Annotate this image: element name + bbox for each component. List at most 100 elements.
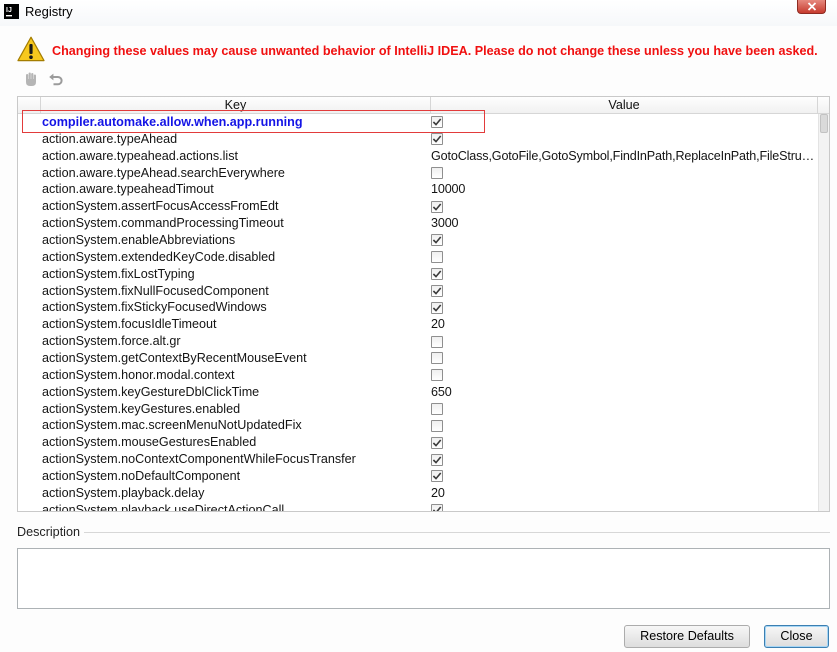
table-row[interactable]: actionSystem.mac.screenMenuNotUpdatedFix bbox=[18, 417, 818, 434]
key-cell: actionSystem.honor.modal.context bbox=[42, 367, 235, 382]
column-header-value: Value bbox=[431, 97, 818, 113]
value-checkbox[interactable] bbox=[431, 419, 443, 432]
checkmark-icon bbox=[432, 118, 442, 127]
value-checkbox[interactable] bbox=[431, 453, 443, 466]
value-checkbox[interactable] bbox=[431, 268, 443, 281]
restore-defaults-button[interactable]: Restore Defaults bbox=[624, 625, 750, 648]
table-body: compiler.automake.allow.when.app.running… bbox=[18, 114, 818, 511]
key-cell: actionSystem.enableAbbreviations bbox=[42, 233, 236, 248]
description-panel bbox=[17, 548, 830, 609]
key-cell: actionSystem.fixNullFocusedComponent bbox=[42, 283, 269, 298]
intellij-logo-icon: IJ bbox=[4, 4, 19, 19]
value-checkbox[interactable] bbox=[431, 352, 443, 365]
value-cell[interactable]: 650 bbox=[431, 384, 816, 401]
toolbar-hand-button[interactable] bbox=[23, 71, 39, 87]
table-row[interactable]: actionSystem.keyGestureDblClickTime 650 bbox=[18, 384, 818, 401]
table-row[interactable]: actionSystem.noContextComponentWhileFocu… bbox=[18, 451, 818, 468]
value-checkbox[interactable] bbox=[431, 116, 443, 129]
toolbar-undo-button[interactable] bbox=[48, 72, 64, 88]
checkmark-icon bbox=[432, 456, 442, 464]
value-checkbox[interactable] bbox=[431, 504, 443, 511]
value-checkbox[interactable] bbox=[431, 166, 443, 179]
table-row[interactable]: action.aware.typeAhead.searchEverywhere bbox=[18, 165, 818, 182]
key-cell: actionSystem.fixStickyFocusedWindows bbox=[42, 300, 267, 315]
title-bar[interactable]: IJ Registry bbox=[0, 0, 837, 26]
key-cell: actionSystem.playback.useDirectActionCal… bbox=[42, 502, 285, 511]
table-row[interactable]: actionSystem.enableAbbreviations bbox=[18, 232, 818, 249]
undo-icon bbox=[49, 73, 63, 86]
window-title: Registry bbox=[25, 4, 73, 19]
table-row[interactable]: actionSystem.commandProcessingTimeout 300… bbox=[18, 215, 818, 232]
key-cell: action.aware.typeAhead bbox=[42, 131, 178, 146]
table-row[interactable]: actionSystem.assertFocusAccessFromEdt bbox=[18, 198, 818, 215]
key-cell: actionSystem.commandProcessingTimeout bbox=[42, 216, 284, 231]
checkmark-icon bbox=[432, 287, 442, 295]
value-checkbox[interactable] bbox=[431, 403, 443, 415]
column-header-key: Key bbox=[41, 97, 431, 113]
value-checkbox[interactable] bbox=[431, 284, 443, 297]
checkmark-icon bbox=[432, 304, 442, 312]
key-cell: compiler.automake.allow.when.app.running bbox=[42, 115, 303, 129]
value-checkbox[interactable] bbox=[431, 369, 443, 382]
key-cell: actionSystem.extendedKeyCode.disabled bbox=[42, 249, 276, 264]
table-row[interactable]: action.aware.typeahead.actions.list GotoC… bbox=[18, 148, 818, 165]
scrollbar-thumb[interactable] bbox=[820, 114, 828, 133]
table-row[interactable]: actionSystem.mouseGesturesEnabled bbox=[18, 434, 818, 451]
warning-triangle-icon bbox=[17, 36, 45, 62]
table-row[interactable]: actionSystem.focusIdleTimeout 20 bbox=[18, 316, 818, 333]
value-cell[interactable]: 10000 bbox=[431, 181, 816, 198]
table-row[interactable]: actionSystem.noDefaultComponent bbox=[18, 468, 818, 485]
column-header-marker bbox=[18, 97, 41, 113]
vertical-scrollbar[interactable] bbox=[818, 114, 829, 511]
checkmark-icon bbox=[432, 135, 442, 144]
window-close-button[interactable] bbox=[797, 0, 826, 14]
table-row[interactable]: compiler.automake.allow.when.app.running bbox=[18, 114, 818, 131]
checkmark-icon bbox=[432, 472, 442, 481]
checkmark-icon bbox=[432, 506, 442, 511]
value-checkbox[interactable] bbox=[431, 133, 443, 146]
value-cell[interactable]: 3000 bbox=[431, 215, 816, 232]
key-cell: actionSystem.getContextByRecentMouseEven… bbox=[42, 351, 307, 366]
table-row[interactable]: actionSystem.extendedKeyCode.disabled bbox=[18, 249, 818, 266]
warning-message: Changing these values may cause unwanted… bbox=[52, 44, 818, 58]
table-row[interactable]: actionSystem.fixNullFocusedComponent bbox=[18, 283, 818, 300]
table-row[interactable]: action.aware.typeAhead bbox=[18, 131, 818, 148]
table-row[interactable]: actionSystem.playback.useDirectActionCal… bbox=[18, 502, 818, 511]
table-header: Key Value bbox=[18, 97, 829, 114]
checkmark-icon bbox=[432, 203, 442, 211]
value-checkbox[interactable] bbox=[431, 436, 443, 449]
key-cell: actionSystem.keyGestureDblClickTime bbox=[42, 384, 260, 399]
value-cell[interactable]: GotoClass,GotoFile,GotoSymbol,FindInPath… bbox=[431, 148, 816, 165]
description-label: Description bbox=[17, 525, 80, 539]
key-cell: actionSystem.focusIdleTimeout bbox=[42, 317, 217, 332]
value-checkbox[interactable] bbox=[431, 251, 443, 264]
value-cell[interactable]: 20 bbox=[431, 316, 816, 333]
checkmark-icon bbox=[432, 439, 442, 447]
value-checkbox[interactable] bbox=[431, 234, 443, 247]
key-cell: action.aware.typeaheadTimout bbox=[42, 182, 214, 197]
table-row[interactable]: action.aware.typeaheadTimout 10000 bbox=[18, 181, 818, 198]
table-row[interactable]: actionSystem.playback.delay 20 bbox=[18, 485, 818, 502]
table-row[interactable]: actionSystem.getContextByRecentMouseEven… bbox=[18, 350, 818, 367]
table-row[interactable]: actionSystem.fixStickyFocusedWindows bbox=[18, 299, 818, 316]
table-row[interactable]: actionSystem.honor.modal.context bbox=[18, 367, 818, 384]
key-cell: action.aware.typeAhead.searchEverywhere bbox=[42, 165, 285, 180]
table-row[interactable]: actionSystem.force.alt.gr bbox=[18, 333, 818, 350]
value-checkbox[interactable] bbox=[431, 470, 443, 483]
key-cell: actionSystem.mouseGesturesEnabled bbox=[42, 435, 257, 450]
value-checkbox[interactable] bbox=[431, 200, 443, 213]
logo-text: IJ bbox=[6, 7, 12, 14]
header-corner bbox=[818, 97, 829, 113]
key-cell: actionSystem.assertFocusAccessFromEdt bbox=[42, 199, 279, 214]
checkmark-icon bbox=[432, 270, 442, 278]
key-cell: actionSystem.mac.screenMenuNotUpdatedFix bbox=[42, 418, 302, 433]
key-cell: actionSystem.keyGestures.enabled bbox=[42, 401, 241, 416]
value-cell[interactable]: 20 bbox=[431, 485, 816, 502]
table-row[interactable]: actionSystem.fixLostTyping bbox=[18, 266, 818, 283]
table-row[interactable]: actionSystem.keyGestures.enabled bbox=[18, 401, 818, 418]
key-cell: actionSystem.noContextComponentWhileFocu… bbox=[42, 452, 356, 467]
close-button[interactable]: Close bbox=[764, 625, 829, 648]
value-checkbox[interactable] bbox=[431, 335, 443, 348]
value-checkbox[interactable] bbox=[431, 301, 443, 314]
checkmark-icon bbox=[432, 236, 442, 245]
